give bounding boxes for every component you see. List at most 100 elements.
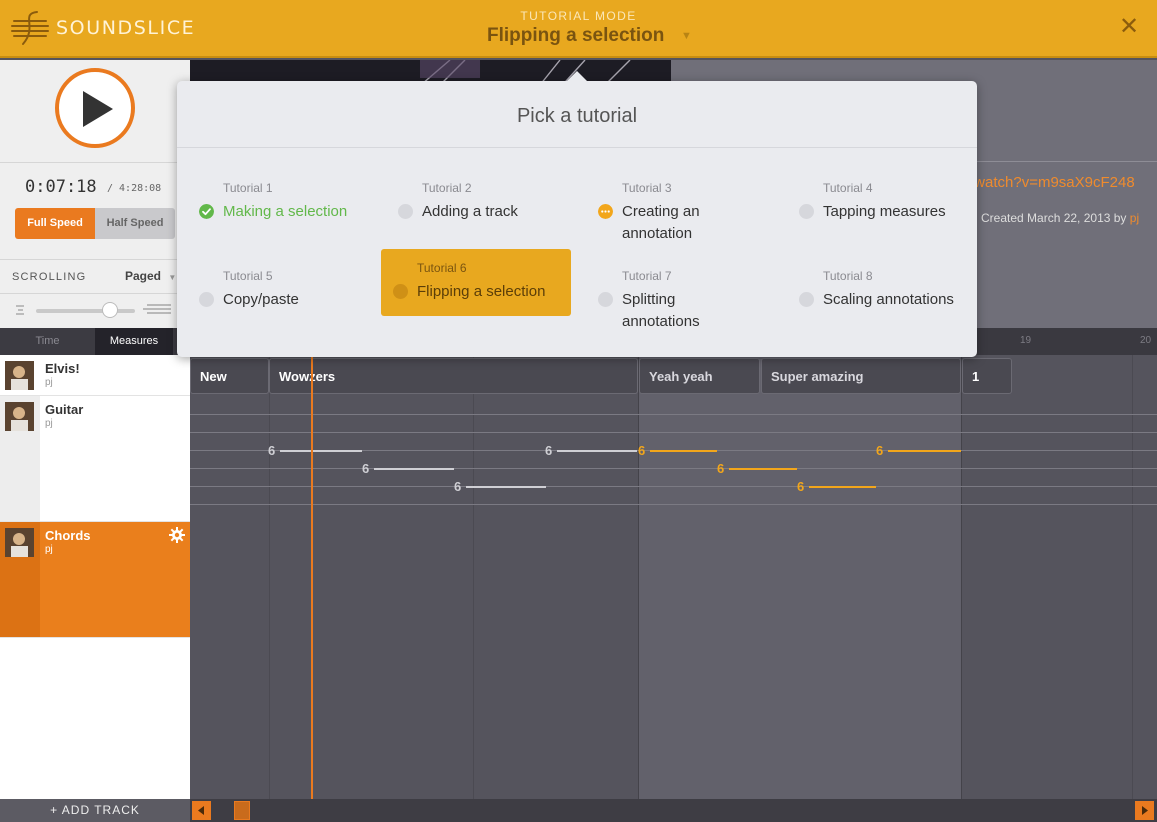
track-item-chords[interactable]: Chords pj — [0, 522, 190, 638]
caret-down-icon[interactable]: ▼ — [681, 30, 692, 42]
tutorial-item-5[interactable]: Tutorial 5 Copy/paste — [187, 257, 377, 324]
track-user: pj — [45, 418, 53, 429]
tab-string — [190, 414, 1157, 415]
add-track-button[interactable]: + ADD TRACK — [0, 799, 190, 822]
track-name: Guitar — [45, 402, 84, 417]
current-tutorial-title[interactable]: Flipping a selection — [487, 25, 664, 47]
section-name: Yeah yeah — [649, 369, 713, 384]
section-name: New — [200, 369, 227, 384]
section-name: Wowzers — [279, 369, 336, 384]
tutorial-item-8[interactable]: Tutorial 8 Scaling annotations — [787, 257, 977, 324]
measure-line — [1132, 355, 1133, 799]
measure-line — [473, 355, 474, 799]
scroll-right-button[interactable] — [1135, 801, 1154, 820]
tutorial-name: Adding a track — [422, 203, 518, 220]
selected-region — [639, 355, 962, 799]
scrolling-select[interactable]: Paged ▼ — [125, 269, 176, 283]
track-item-elvis[interactable]: Elvis! pj — [0, 355, 190, 396]
status-dot-icon — [199, 292, 214, 307]
created-by-link[interactable]: pj — [1130, 211, 1139, 225]
full-speed-button[interactable]: Full Speed — [15, 208, 95, 239]
popup-arrow — [566, 71, 588, 82]
divider — [0, 259, 190, 260]
status-dot-icon — [393, 284, 408, 299]
tab-note-selected[interactable]: 6 — [717, 461, 724, 476]
tutorial-number: Tutorial 1 — [223, 181, 273, 195]
tutorial-item-1[interactable]: Tutorial 1 Making a selection — [187, 169, 377, 236]
note-sustain — [809, 486, 876, 488]
scroll-left-button[interactable] — [192, 801, 211, 820]
tutorial-name: Flipping a selection — [417, 283, 546, 300]
tab-note[interactable]: 6 — [268, 443, 275, 458]
tutorial-number: Tutorial 8 — [823, 269, 873, 283]
top-header: SOUNDSLICE TUTORIAL MODE Flipping a sele… — [0, 0, 1157, 58]
tutorial-picker-popup: Pick a tutorial Tutorial 1 Making a sele… — [177, 71, 977, 357]
note-sustain — [280, 450, 362, 452]
video-url-link[interactable]: /watch?v=m9saX9cF248 — [970, 174, 1135, 191]
track-name: Chords — [45, 528, 91, 543]
tutorial-name: Tapping measures — [823, 203, 946, 220]
play-icon — [83, 91, 113, 127]
play-button[interactable] — [55, 68, 135, 148]
current-time: 0:07:18 — [25, 177, 97, 197]
note-sustain — [888, 450, 961, 452]
tab-note[interactable]: 6 — [454, 479, 461, 494]
measure-line — [269, 355, 270, 799]
tutorial-item-6[interactable]: Tutorial 6 Flipping a selection — [381, 249, 571, 316]
total-time: / 4:28:08 — [107, 183, 162, 194]
note-sustain — [557, 450, 637, 452]
zoom-out-icon[interactable] — [15, 304, 27, 316]
time-mode-button[interactable]: Time — [0, 328, 95, 355]
scrolling-label: SCROLLING — [12, 271, 87, 283]
close-button[interactable]: ✕ — [1116, 14, 1142, 40]
section-label-yeah-yeah[interactable]: Yeah yeah — [639, 358, 760, 394]
zoom-slider-handle[interactable] — [102, 302, 119, 318]
tab-note-selected[interactable]: 6 — [876, 443, 883, 458]
tab-note-selected[interactable]: 6 — [797, 479, 804, 494]
status-dot-icon — [799, 204, 814, 219]
notation-area[interactable]: New Wowzers Yeah yeah Super amazing 1 6 … — [190, 355, 1157, 799]
track-settings-button[interactable] — [169, 527, 185, 543]
measure-line — [638, 355, 639, 799]
scrollbar-thumb[interactable] — [234, 801, 250, 820]
tab-string — [190, 432, 1157, 433]
status-dot-icon — [598, 292, 613, 307]
half-speed-button[interactable]: Half Speed — [95, 208, 175, 239]
section-label-new[interactable]: New — [190, 358, 269, 394]
tutorial-item-4[interactable]: Tutorial 4 Tapping measures — [787, 169, 977, 236]
section-label-1[interactable]: 1 — [962, 358, 1012, 394]
tab-note[interactable]: 6 — [362, 461, 369, 476]
timeline-scrollbar[interactable] — [190, 799, 1157, 822]
tutorial-item-7[interactable]: Tutorial 7 Splitting annotations — [586, 257, 776, 330]
section-label-wowzers[interactable]: Wowzers — [269, 358, 638, 394]
track-item-guitar[interactable]: Guitar pj — [0, 396, 190, 522]
in-progress-icon — [598, 204, 613, 219]
tutorial-number: Tutorial 4 — [823, 181, 873, 195]
playhead-cursor[interactable] — [311, 355, 313, 799]
tab-string — [190, 504, 1157, 505]
tutorial-name: Scaling annotations — [823, 291, 954, 308]
arrow-left-icon — [198, 806, 204, 815]
divider — [0, 293, 190, 294]
popup-title: Pick a tutorial — [516, 105, 638, 127]
speed-toggle: Full Speed Half Speed — [15, 208, 175, 239]
measure-line — [961, 355, 962, 799]
gear-icon — [169, 527, 185, 543]
track-user: pj — [45, 544, 53, 555]
section-label-super-amazing[interactable]: Super amazing — [761, 358, 961, 394]
tutorial-item-2[interactable]: Tutorial 2 Adding a track — [386, 169, 576, 236]
tutorial-number: Tutorial 5 — [223, 269, 273, 283]
status-dot-icon — [799, 292, 814, 307]
tutorial-item-3[interactable]: Tutorial 3 Creating an annotation — [586, 169, 776, 242]
tutorial-name: Splitting annotations — [622, 291, 700, 330]
status-dot-icon — [398, 204, 413, 219]
zoom-slider-track[interactable] — [36, 309, 135, 313]
tab-note[interactable]: 6 — [545, 443, 552, 458]
tab-note-selected[interactable]: 6 — [638, 443, 645, 458]
track-name: Elvis! — [45, 361, 80, 376]
tutorial-number: Tutorial 7 — [622, 269, 672, 283]
avatar — [5, 361, 34, 390]
zoom-in-icon[interactable] — [143, 303, 171, 317]
measure-number: 19 — [1020, 335, 1032, 346]
measures-mode-button[interactable]: Measures — [95, 328, 173, 355]
